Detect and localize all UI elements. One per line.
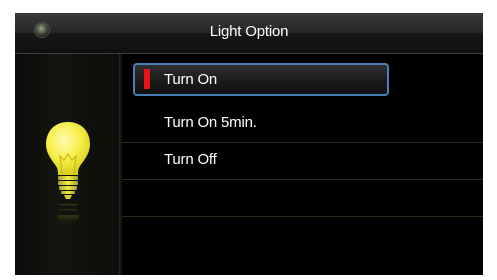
light-option-screen: Light Option Turn On Turn On 5min. Turn …: [15, 13, 483, 275]
menu-item-label: Turn On 5min.: [164, 114, 257, 131]
menu-item-empty: [122, 180, 483, 217]
menu-item-label: Turn On: [164, 71, 218, 88]
menu-item-turn-off[interactable]: Turn Off: [122, 143, 483, 180]
light-option-menu: Turn On Turn On 5min. Turn Off: [122, 54, 483, 275]
menu-item-label: Turn Off: [164, 151, 217, 168]
page-title: Light Option: [209, 23, 289, 40]
title-bar: Light Option: [15, 13, 483, 54]
selection-marker: [144, 69, 150, 89]
menu-item-turn-on-5min[interactable]: Turn On 5min.: [122, 106, 483, 143]
illustration-panel: [15, 54, 119, 275]
light-bulb-icon: [46, 122, 90, 228]
menu-item-turn-on[interactable]: Turn On: [133, 63, 389, 96]
